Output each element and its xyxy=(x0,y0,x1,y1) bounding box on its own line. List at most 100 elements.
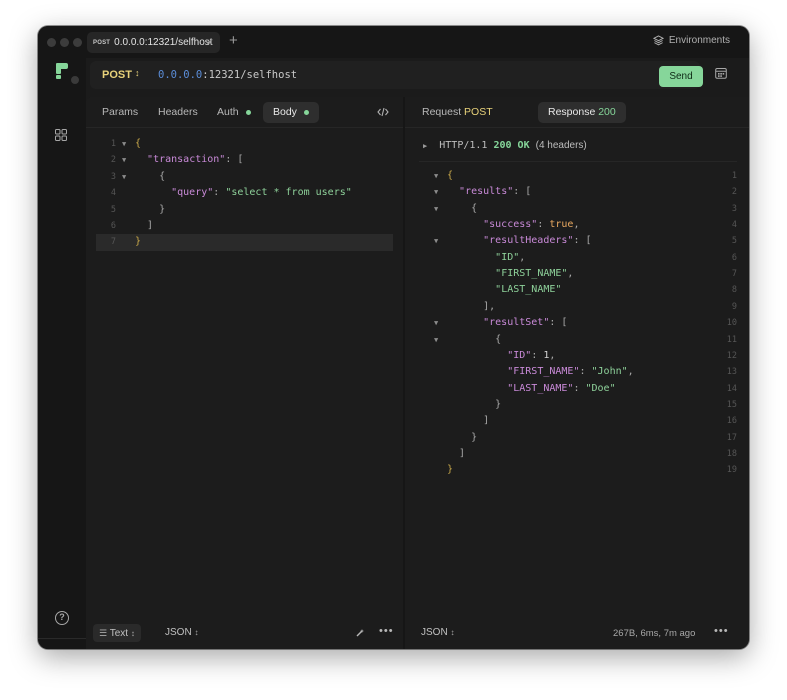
fold-arrow-icon[interactable]: ▼ xyxy=(434,184,438,200)
tab-auth[interactable]: Auth xyxy=(207,102,261,123)
line-number: 16 xyxy=(726,416,737,427)
response-code-text: "resultSet": [ xyxy=(483,317,568,329)
tab-response[interactable]: Response 200 xyxy=(538,102,626,123)
tab-request-method: POST xyxy=(464,106,493,118)
maximize-window-button[interactable] xyxy=(73,38,82,47)
fold-arrow-icon[interactable]: ▼ xyxy=(434,315,438,331)
request-more-icon[interactable]: ••• xyxy=(379,625,394,637)
status-protocol: HTTP/1.1 xyxy=(439,140,488,151)
method-select[interactable]: POST xyxy=(102,69,132,81)
tab-request-label: Request xyxy=(422,106,462,118)
line-number: 1 xyxy=(731,171,737,181)
line-number: 10 xyxy=(726,318,737,329)
code-line[interactable]: 7} xyxy=(96,234,393,251)
collections-grid-icon[interactable] xyxy=(55,129,67,141)
line-number: 1 xyxy=(110,139,116,149)
line-number: 2 xyxy=(731,187,737,198)
tab-body-label: Body xyxy=(273,106,297,118)
response-line: "ID": 1, 12 xyxy=(405,348,749,364)
layers-icon xyxy=(652,35,664,46)
magic-wand-icon[interactable] xyxy=(355,628,365,638)
fold-arrow-icon[interactable]: ▼ xyxy=(434,332,438,348)
line-number: 4 xyxy=(731,220,737,231)
line-number: 17 xyxy=(726,432,737,443)
response-line: } 17 xyxy=(405,430,749,446)
code-line[interactable]: 6 ] xyxy=(96,218,393,234)
response-line: ▼ {1 xyxy=(405,168,749,184)
tab-headers[interactable]: Headers xyxy=(148,102,208,123)
code-line[interactable]: 1 ▼ { xyxy=(96,136,393,152)
new-tab-button[interactable]: + xyxy=(229,32,238,49)
close-window-button[interactable] xyxy=(47,38,56,47)
line-number: 13 xyxy=(726,367,737,378)
tab-params[interactable]: Params xyxy=(92,102,148,123)
response-line: ] 16 xyxy=(405,413,749,429)
method-chevron-icon[interactable]: ↕ xyxy=(135,68,140,78)
text-mode-chevron-icon: ↕ xyxy=(130,629,135,638)
request-tab-row: Params Headers Auth Body xyxy=(86,97,403,128)
response-line: "FIRST_NAME": "John", 13 xyxy=(405,364,749,380)
response-code-text: ], xyxy=(483,300,496,312)
code-text: "query": "select * from users" xyxy=(171,187,352,199)
fold-arrow-icon[interactable]: ▼ xyxy=(122,169,126,185)
code-text: ] xyxy=(147,220,154,231)
tab-label: 0.0.0.0:12321/selfhost xyxy=(114,37,213,48)
close-tab-icon[interactable]: × xyxy=(206,35,213,49)
fold-arrow-icon[interactable]: ▼ xyxy=(434,233,438,249)
text-mode-label: Text xyxy=(109,628,129,639)
response-line: "FIRST_NAME", 7 xyxy=(405,266,749,282)
url-input[interactable]: 0.0.0.0:12321/selfhost xyxy=(158,69,297,81)
workspace-badge-icon[interactable] xyxy=(69,74,81,86)
code-line[interactable]: 2 ▼ "transaction": [ xyxy=(96,152,393,168)
response-line: } 19 xyxy=(405,462,749,478)
line-number: 4 xyxy=(110,188,116,199)
help-icon[interactable]: ? xyxy=(55,611,69,625)
line-number: 3 xyxy=(731,203,737,214)
response-format-chevron-icon: ↕ xyxy=(450,628,455,637)
line-number: 5 xyxy=(110,204,116,215)
text-mode-select[interactable]: ☰ Text ↕ xyxy=(93,624,141,642)
response-status-line[interactable]: ▶ HTTP/1.1 200 OK (4 headers) xyxy=(423,140,587,151)
response-more-icon[interactable]: ••• xyxy=(714,625,729,637)
response-code-text: "success": true, xyxy=(483,219,580,231)
line-number: 6 xyxy=(110,221,116,231)
response-code-text: "FIRST_NAME": "John", xyxy=(507,366,634,378)
send-button[interactable]: Send xyxy=(659,66,703,87)
status-expand-icon[interactable]: ▶ xyxy=(423,142,427,150)
line-number: 11 xyxy=(726,334,737,345)
response-code-text: "ID": 1, xyxy=(507,349,556,361)
code-line[interactable]: 3 ▼ { xyxy=(96,169,393,185)
tab-response-label: Response xyxy=(548,106,596,118)
response-panel: Request POST Response 200 ▶ HTTP/1.1 200… xyxy=(405,97,749,649)
code-line[interactable]: 5 } xyxy=(96,202,393,218)
environments-button[interactable]: Environments xyxy=(652,35,730,46)
fold-arrow-icon[interactable]: ▼ xyxy=(434,201,438,217)
response-code-text: "FIRST_NAME", xyxy=(495,268,574,280)
line-number: 3 xyxy=(110,171,116,182)
response-format-select[interactable]: JSON ↕ xyxy=(415,624,460,642)
response-line: ▼ {3 xyxy=(405,201,749,217)
line-number: 5 xyxy=(731,236,737,247)
response-line: } 15 xyxy=(405,397,749,413)
fold-arrow-icon[interactable]: ▼ xyxy=(434,168,438,184)
fold-arrow-icon[interactable]: ▼ xyxy=(122,152,126,168)
line-number: 6 xyxy=(731,252,737,263)
tab-body[interactable]: Body xyxy=(263,102,319,123)
history-calendar-icon[interactable] xyxy=(715,67,727,79)
body-format-select[interactable]: JSON ↕ xyxy=(159,624,204,642)
response-code-text: { xyxy=(471,202,478,214)
minimize-window-button[interactable] xyxy=(60,38,69,47)
request-tab[interactable]: POST 0.0.0.0:12321/selfhost × xyxy=(87,32,220,53)
code-line[interactable]: 4 "query": "select * from users" xyxy=(96,185,393,201)
response-code-text: } xyxy=(471,431,478,443)
wrap-icon: ☰ xyxy=(99,628,108,638)
url-path: :12321/selfhost xyxy=(202,69,298,81)
tab-request-summary[interactable]: Request POST xyxy=(412,102,503,123)
fold-arrow-icon[interactable]: ▼ xyxy=(122,136,126,152)
response-meta: 267B, 6ms, 7m ago xyxy=(613,628,696,639)
code-view-icon[interactable] xyxy=(377,106,389,118)
line-number: 8 xyxy=(731,285,737,296)
auth-active-dot xyxy=(245,109,251,115)
url-host: 0.0.0.0 xyxy=(158,69,203,81)
response-format-label: JSON xyxy=(421,627,448,638)
